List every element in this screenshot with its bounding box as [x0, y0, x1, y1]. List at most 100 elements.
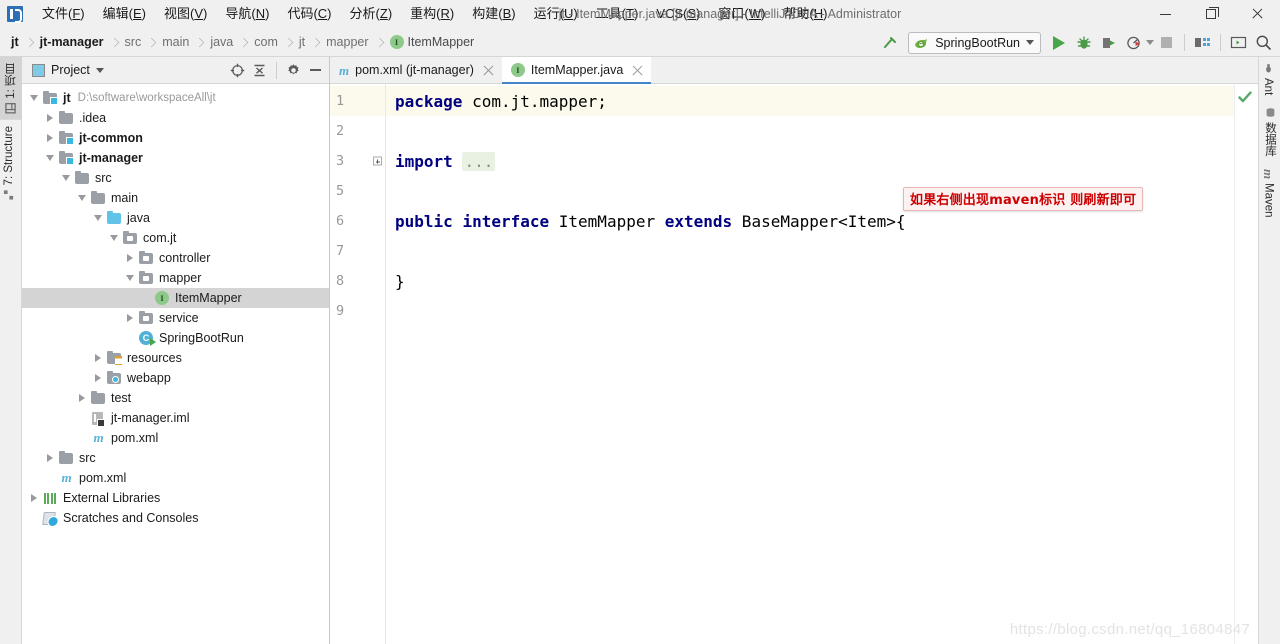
- tree-node--idea[interactable]: .idea: [22, 108, 329, 128]
- rail-tab-1-项目[interactable]: 1: 项目: [0, 57, 22, 120]
- select-opened-file-button[interactable]: [227, 60, 248, 81]
- menu-item-12[interactable]: 窗口(W): [709, 2, 774, 26]
- build-button[interactable]: [878, 31, 903, 55]
- collapse-all-button[interactable]: [249, 60, 270, 81]
- menu-item-11[interactable]: VCS(S): [647, 2, 709, 26]
- line-number-5[interactable]: 5: [330, 176, 385, 206]
- menu-item-9[interactable]: 运行(U): [525, 2, 587, 26]
- stop-button[interactable]: [1154, 31, 1179, 55]
- tree-toggle-right-icon[interactable]: [42, 108, 58, 128]
- tree-node-com-jt[interactable]: com.jt: [22, 228, 329, 248]
- tree-toggle-right-icon[interactable]: [42, 448, 58, 468]
- menu-item-13[interactable]: 帮助(H): [774, 2, 836, 26]
- tree-node-external-libraries[interactable]: External Libraries: [22, 488, 329, 508]
- rail-tab-Ant[interactable]: Ant: [1259, 57, 1277, 101]
- tree-toggle-down-icon[interactable]: [122, 268, 138, 288]
- menu-item-6[interactable]: 分析(Z): [341, 2, 402, 26]
- search-everywhere-button[interactable]: [1251, 31, 1276, 55]
- close-button[interactable]: [1234, 0, 1280, 28]
- rail-tab-Maven[interactable]: m Maven: [1259, 163, 1278, 224]
- tree-node-resources[interactable]: resources: [22, 348, 329, 368]
- tree-node-main[interactable]: main: [22, 188, 329, 208]
- breadcrumb-item-mapper[interactable]: mapper: [323, 33, 371, 51]
- settings-button[interactable]: [283, 60, 304, 81]
- tree-node-src[interactable]: src: [22, 448, 329, 468]
- profile-dropdown-icon[interactable]: [1146, 40, 1154, 45]
- code-line-2[interactable]: [386, 116, 1258, 146]
- tree-toggle-down-icon[interactable]: [58, 168, 74, 188]
- tree-node-pom-xml[interactable]: m pom.xml: [22, 428, 329, 448]
- tree-node-java[interactable]: java: [22, 208, 329, 228]
- inspection-strip[interactable]: [1234, 84, 1258, 644]
- menu-item-4[interactable]: 导航(N): [216, 2, 278, 26]
- tree-toggle-right-icon[interactable]: [42, 128, 58, 148]
- breadcrumb-item-jt[interactable]: jt: [8, 33, 22, 51]
- line-number-7[interactable]: 7: [330, 236, 385, 266]
- run-configuration-selector[interactable]: SpringBootRun: [908, 31, 1041, 54]
- tree-node-scratches-and-consoles[interactable]: Scratches and Consoles: [22, 508, 329, 528]
- project-tree[interactable]: jt D:\software\workspaceAll\jt .idea jt-com…: [22, 84, 329, 644]
- tree-node-service[interactable]: service: [22, 308, 329, 328]
- tree-toggle-down-icon[interactable]: [90, 208, 106, 228]
- editor-gutter[interactable]: 1 2 3 5 6 7 8 9: [330, 84, 386, 644]
- tree-toggle-right-icon[interactable]: [122, 308, 138, 328]
- line-number-3[interactable]: 3: [330, 146, 385, 176]
- tree-node-itemmapper[interactable]: I ItemMapper: [22, 288, 329, 308]
- minimize-button[interactable]: [1142, 0, 1188, 28]
- line-number-8[interactable]: 8: [330, 266, 385, 296]
- profile-button[interactable]: [1121, 31, 1146, 55]
- breadcrumb-item-jt[interactable]: jt: [296, 33, 308, 51]
- debug-button[interactable]: [1071, 31, 1096, 55]
- menu-item-10[interactable]: 工具(T): [587, 2, 648, 26]
- project-structure-button[interactable]: [1190, 31, 1215, 55]
- code-line-9[interactable]: [386, 296, 1258, 326]
- tree-node-jt[interactable]: jt D:\software\workspaceAll\jt: [22, 88, 329, 108]
- tree-toggle-right-icon[interactable]: [122, 248, 138, 268]
- rail-tab-7-Structure[interactable]: 7: Structure: [0, 120, 18, 206]
- maximize-button[interactable]: [1188, 0, 1234, 28]
- tree-toggle-down-icon[interactable]: [74, 188, 90, 208]
- breadcrumb-item-main[interactable]: main: [159, 33, 192, 51]
- close-icon[interactable]: [631, 64, 644, 77]
- line-number-2[interactable]: 2: [330, 116, 385, 146]
- editor-tab-pom-xml-jt-manager-[interactable]: m pom.xml (jt-manager): [330, 57, 502, 83]
- line-number-1[interactable]: 1: [330, 86, 385, 116]
- terminal-button[interactable]: [1226, 31, 1251, 55]
- menu-item-5[interactable]: 代码(C): [278, 2, 340, 26]
- tree-node-src[interactable]: src: [22, 168, 329, 188]
- breadcrumb-item-java[interactable]: java: [207, 33, 236, 51]
- tree-node-jt-common[interactable]: jt-common: [22, 128, 329, 148]
- tree-node-springbootrun[interactable]: C SpringBootRun: [22, 328, 329, 348]
- tree-node-webapp[interactable]: webapp: [22, 368, 329, 388]
- hide-panel-button[interactable]: [305, 60, 326, 81]
- tree-node-controller[interactable]: controller: [22, 248, 329, 268]
- line-number-9[interactable]: 9: [330, 296, 385, 326]
- line-number-6[interactable]: 6: [330, 206, 385, 236]
- tree-toggle-down-icon[interactable]: [106, 228, 122, 248]
- menu-item-7[interactable]: 重构(R): [401, 2, 463, 26]
- tree-toggle-right-icon[interactable]: [74, 388, 90, 408]
- code-line-1[interactable]: package com.jt.mapper;: [386, 86, 1258, 116]
- folded-imports-placeholder[interactable]: ...: [462, 151, 496, 171]
- tree-node-test[interactable]: test: [22, 388, 329, 408]
- project-panel-title-button[interactable]: Project: [28, 61, 108, 79]
- breadcrumb-item-jt-manager[interactable]: jt-manager: [37, 33, 107, 51]
- tree-toggle-down-icon[interactable]: [26, 88, 42, 108]
- menu-item-8[interactable]: 构建(B): [463, 2, 524, 26]
- breadcrumb-item-src[interactable]: src: [122, 33, 145, 51]
- tree-node-jt-manager-iml[interactable]: jt-manager.iml: [22, 408, 329, 428]
- tree-toggle-right-icon[interactable]: [90, 368, 106, 388]
- code-line-3[interactable]: import ...: [386, 146, 1258, 176]
- rail-tab-数据库[interactable]: 数据库: [1259, 101, 1280, 163]
- breadcrumb-item-itemmapper[interactable]: I ItemMapper: [387, 33, 478, 51]
- menu-item-1[interactable]: 文件(F): [33, 2, 94, 26]
- code-line-7[interactable]: [386, 236, 1258, 266]
- close-icon[interactable]: [482, 64, 495, 77]
- tree-node-mapper[interactable]: mapper: [22, 268, 329, 288]
- tree-node-jt-manager[interactable]: jt-manager: [22, 148, 329, 168]
- run-button[interactable]: [1046, 31, 1071, 55]
- menu-item-3[interactable]: 视图(V): [155, 2, 216, 26]
- tree-toggle-right-icon[interactable]: [26, 488, 42, 508]
- menu-item-2[interactable]: 编辑(E): [94, 2, 155, 26]
- code-content[interactable]: package com.jt.mapper; import ... public i…: [386, 84, 1258, 644]
